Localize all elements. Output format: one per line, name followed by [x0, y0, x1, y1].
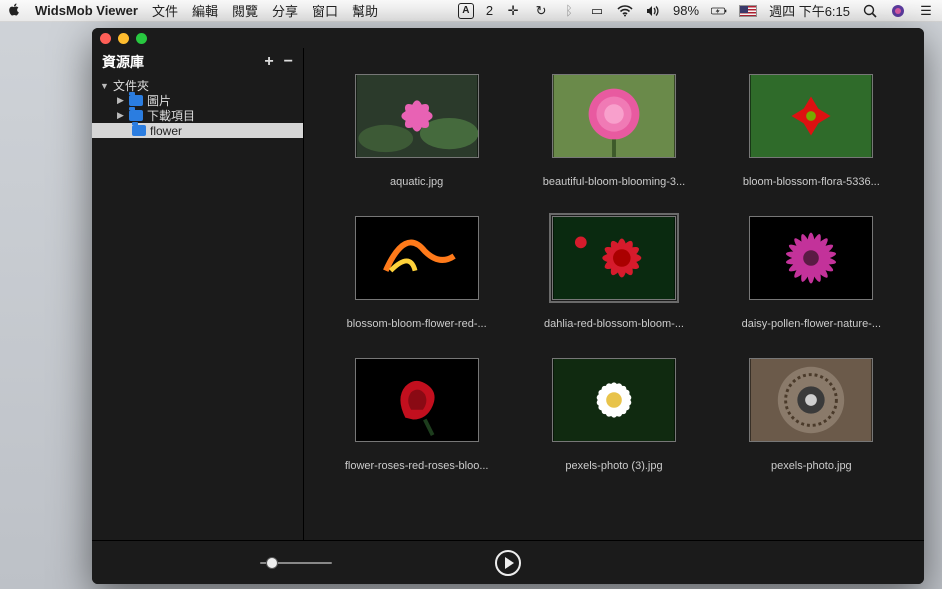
menu-help[interactable]: 幫助 [352, 1, 378, 20]
grid-item[interactable]: pexels-photo (3).jpg [535, 358, 692, 472]
window-zoom-button[interactable] [136, 33, 147, 44]
thumbnail[interactable] [749, 74, 873, 158]
thumbnail[interactable] [355, 216, 479, 300]
thumbnail-caption: daisy-pollen-flower-nature-... [742, 318, 881, 330]
volume-icon[interactable] [645, 3, 661, 19]
thumbnail-caption: beautiful-bloom-blooming-3... [543, 176, 685, 188]
grid-item[interactable]: pexels-photo.jpg [733, 358, 890, 472]
play-icon [505, 557, 514, 569]
bottom-toolbar [92, 540, 924, 584]
battery-percent: 98% [673, 3, 699, 18]
slideshow-play-button[interactable] [495, 550, 521, 576]
bluetooth-icon[interactable]: ᛒ [561, 3, 577, 19]
disclosure-triangle-icon[interactable]: ▶ [116, 95, 125, 106]
wifi-icon[interactable] [617, 3, 633, 19]
notification-center-icon[interactable]: ☰ [918, 3, 934, 19]
thumbnail-caption: dahlia-red-blossom-bloom-... [544, 318, 684, 330]
siri-icon[interactable] [890, 3, 906, 19]
spotlight-icon[interactable] [862, 3, 878, 19]
location-icon[interactable]: ✛ [505, 3, 521, 19]
thumbnail-caption: pexels-photo (3).jpg [565, 460, 662, 472]
sidebar-add-button[interactable]: + [264, 53, 273, 71]
sidebar-title: 資源庫 [102, 52, 144, 72]
clock[interactable]: 週四 下午6:15 [769, 1, 850, 20]
thumbnail[interactable] [355, 358, 479, 442]
thumbnail[interactable] [552, 216, 676, 300]
menu-window[interactable]: 窗口 [312, 1, 338, 20]
grid-item[interactable]: dahlia-red-blossom-bloom-... [535, 216, 692, 330]
grid-item[interactable]: bloom-blossom-flora-5336... [733, 74, 890, 188]
tree-item-downloads[interactable]: ▶ 下載項目 [92, 108, 303, 123]
battery-icon[interactable] [711, 3, 727, 19]
timemachine-icon[interactable]: ↻ [533, 3, 549, 19]
thumbnail[interactable] [355, 74, 479, 158]
menu-edit[interactable]: 編輯 [192, 1, 218, 20]
thumbnail-caption: pexels-photo.jpg [771, 460, 852, 472]
thumbnail-caption: blossom-bloom-flower-red-... [347, 318, 487, 330]
folder-icon [132, 125, 146, 136]
adobe-badge: 2 [486, 3, 493, 18]
menu-share[interactable]: 分享 [272, 1, 298, 20]
folder-icon [129, 95, 143, 106]
folder-icon [129, 110, 143, 121]
tree-item-flower[interactable]: flower [92, 123, 303, 138]
disclosure-triangle-icon[interactable]: ▶ [116, 110, 125, 121]
app-window: 資源庫 + − ▼ 文件夾 ▶ 圖片 ▶ [92, 28, 924, 584]
thumbnail[interactable] [552, 358, 676, 442]
tree-root[interactable]: ▼ 文件夾 [92, 78, 303, 93]
window-minimize-button[interactable] [118, 33, 129, 44]
sidebar-tree: ▼ 文件夾 ▶ 圖片 ▶ 下載項目 flower [92, 78, 303, 138]
adobe-cc-icon[interactable]: A [458, 3, 474, 19]
thumbnail-caption: flower-roses-red-roses-bloo... [345, 460, 489, 472]
grid-item[interactable]: daisy-pollen-flower-nature-... [733, 216, 890, 330]
thumbnail-grid: aquatic.jpg beautiful-bloom-blooming-3..… [304, 48, 924, 540]
menu-view[interactable]: 閱覽 [232, 1, 258, 20]
tree-item-pictures[interactable]: ▶ 圖片 [92, 93, 303, 108]
app-name[interactable]: WidsMob Viewer [35, 3, 138, 18]
thumbnail-caption: bloom-blossom-flora-5336... [743, 176, 880, 188]
zoom-slider-knob[interactable] [266, 557, 278, 569]
zoom-slider[interactable] [260, 562, 332, 564]
disclosure-triangle-icon[interactable]: ▼ [100, 81, 109, 91]
tree-item-label: flower [150, 124, 182, 138]
display-icon[interactable]: ▭ [589, 3, 605, 19]
menu-file[interactable]: 文件 [152, 1, 178, 20]
thumbnail[interactable] [749, 358, 873, 442]
grid-item[interactable]: blossom-bloom-flower-red-... [338, 216, 495, 330]
sidebar-remove-button[interactable]: − [284, 53, 293, 71]
tree-item-label: 下載項目 [147, 107, 195, 124]
grid-item[interactable]: aquatic.jpg [338, 74, 495, 188]
input-source-flag-icon[interactable] [739, 5, 757, 17]
thumbnail[interactable] [552, 74, 676, 158]
apple-menu-icon[interactable] [8, 3, 21, 19]
grid-item[interactable]: flower-roses-red-roses-bloo... [338, 358, 495, 472]
window-titlebar[interactable] [92, 28, 924, 48]
sidebar: 資源庫 + − ▼ 文件夾 ▶ 圖片 ▶ [92, 48, 304, 540]
grid-item[interactable]: beautiful-bloom-blooming-3... [535, 74, 692, 188]
macos-menubar: WidsMob Viewer 文件 編輯 閱覽 分享 窗口 幫助 A 2 ✛ ↻… [0, 0, 942, 22]
window-close-button[interactable] [100, 33, 111, 44]
thumbnail[interactable] [749, 216, 873, 300]
thumbnail-caption: aquatic.jpg [390, 176, 443, 188]
